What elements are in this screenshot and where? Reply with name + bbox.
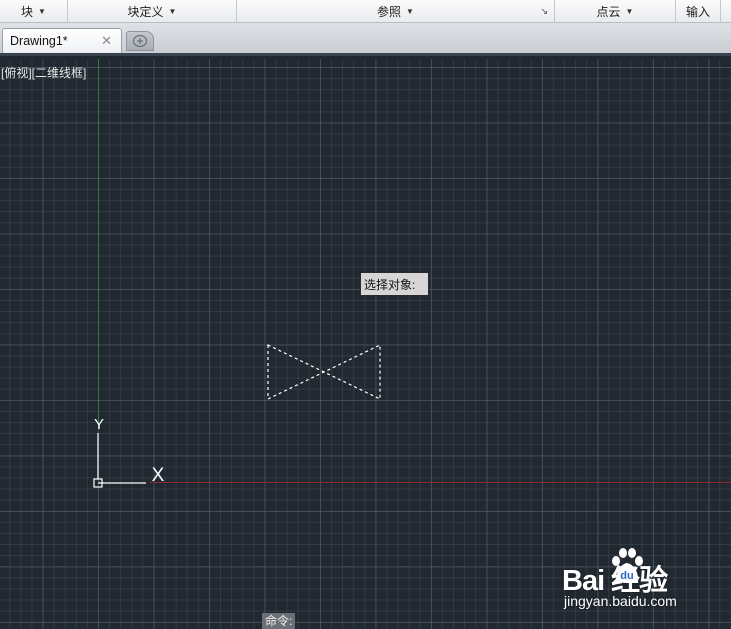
close-icon[interactable]: ✕	[101, 33, 112, 49]
dropdown-arrow-icon: ▼	[168, 7, 177, 16]
ribbon-panel-block-label: 块	[21, 5, 34, 19]
dropdown-arrow-icon: ▼	[406, 7, 414, 16]
viewport-controls-label[interactable]: [俯视][二维线框]	[1, 64, 86, 81]
ucs-icon[interactable]: Y X	[88, 409, 178, 489]
ucs-y-label: Y	[94, 416, 104, 433]
ribbon-panel-reference-label: 参照	[377, 5, 402, 19]
command-prompt-label[interactable]: 命令:	[262, 613, 296, 629]
select-objects-tooltip: 选择对象:	[360, 272, 429, 296]
dropdown-arrow-icon: ▼	[38, 7, 46, 16]
ribbon-panel-reference[interactable]: 参照 ▼ ↘	[237, 0, 555, 23]
ucs-x-label: X	[152, 465, 165, 486]
tab-drawing1-label: Drawing1*	[10, 34, 68, 48]
dropdown-arrow-icon: ▼	[625, 7, 634, 16]
new-drawing-tab-button[interactable]	[126, 31, 154, 51]
ribbon-panel-block[interactable]: 块 ▼	[0, 0, 68, 23]
ribbon-panel-point-cloud-label: 点云	[596, 5, 621, 19]
plus-icon	[132, 34, 148, 48]
baidu-jingyan-watermark: Bai 经验 du jingyan.baidu.com	[560, 547, 730, 615]
ribbon-panel-block-definition-label: 块定义	[127, 5, 164, 19]
baidu-paw-logo-icon: du	[612, 548, 643, 583]
ribbon-panel-bar: 块 ▼ 块定义 ▼ 参照 ▼ ↘ 点云 ▼ 输入	[0, 0, 731, 23]
ribbon-panel-point-cloud[interactable]: 点云 ▼	[555, 0, 676, 23]
file-tab-strip: Drawing1* ✕	[0, 23, 731, 56]
tab-drawing1[interactable]: Drawing1* ✕	[2, 28, 122, 53]
ribbon-panel-block-definition[interactable]: 块定义 ▼	[68, 0, 237, 23]
svg-text:du: du	[620, 570, 633, 582]
dialog-launcher-icon[interactable]: ↘	[540, 6, 548, 17]
y-axis-line	[98, 59, 99, 424]
watermark-url-text: jingyan.baidu.com	[564, 593, 677, 609]
drawing-canvas[interactable]: [俯视][二维线框] Y X 选择对象: 命令: Bai 经验 du jingy…	[0, 59, 731, 629]
x-axis-line	[150, 482, 731, 483]
ribbon-panel-import-label: 输入	[685, 5, 710, 19]
selected-polyline-object[interactable]	[262, 339, 386, 405]
ribbon-panel-import[interactable]: 输入	[676, 0, 721, 23]
